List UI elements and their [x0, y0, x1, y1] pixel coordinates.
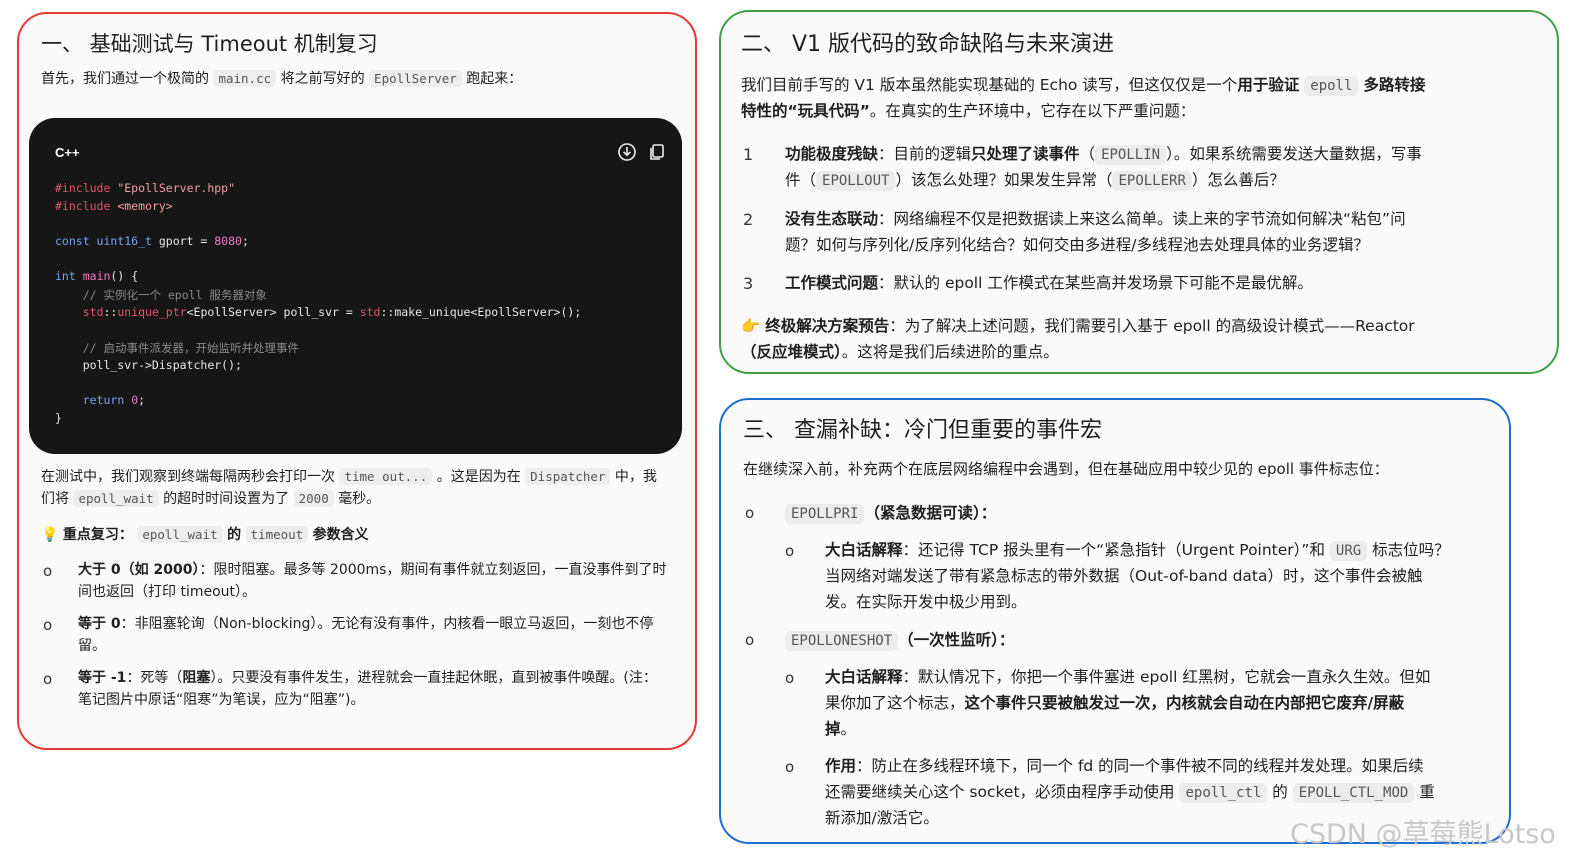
section-title-3: 三、 查漏补缺：冷门但重要的事件宏 [743, 418, 1102, 443]
inline-code-main-cc: main.cc [213, 70, 277, 87]
usage-line-1: 作用：防止在多线程环境下，同一个 fd 的同一个事件被不同的线程并发处理。如果后… [825, 757, 1424, 775]
final-line-1: 👉 终极解决方案预告：为了解决上述问题，我们需要引入基于 epoll 的高级设计… [741, 317, 1415, 335]
intro-line-2: 特性的“玩具代码”。在真实的生产环境中，它存在以下严重问题： [741, 102, 1196, 120]
key-review-heading: 💡 重点复习： epoll_wait 的 timeout 参数含义 [41, 526, 369, 543]
code-line-2: #include <memory> [55, 199, 173, 213]
code-line-8: poll_svr->Dispatcher(); [55, 358, 242, 372]
panel-v1-defects: 二、 V1 版代码的致命缺陷与未来演进 我们目前手写的 V1 版本虽然能实现基础… [719, 10, 1559, 374]
section-title-2: 二、 V1 版代码的致命缺陷与未来演进 [741, 32, 1115, 57]
copy-icon[interactable] [647, 142, 667, 162]
item-number: 3 [743, 274, 754, 293]
usage-line-2: 还需要继续关心这个 socket，必须由程序手动使用 epoll_ctl 的 E… [825, 783, 1435, 803]
code-line-10: } [55, 411, 62, 425]
bullet-icon: o [43, 670, 53, 688]
inline-code-epoll-wait: epoll_wait [73, 490, 159, 507]
item-2-line-1: 没有生态联动：网络编程不仅是把数据读上来这么简单。读上来的字节流如何解决“粘包”… [785, 210, 1406, 228]
item-number: 2 [743, 210, 754, 229]
item-number: 1 [743, 145, 754, 164]
lightbulb-icon: 💡 [41, 527, 59, 543]
inline-code-timeout: time out... [339, 468, 433, 485]
section-title-1: 一、 基础测试与 Timeout 机制复习 [41, 32, 378, 56]
item-2-line-2: 题？如何与序列化/反序列化结合？如何交由多进程/多线程池去处理具体的业务逻辑？ [785, 236, 1369, 254]
code-line-4: int main() { [55, 269, 139, 283]
bullet-icon: o [43, 562, 53, 580]
desc-line-2: 们将 epoll_wait 的超时时间设置为了 2000 毫秒。 [41, 490, 381, 507]
item-1-line-2: 件（ EPOLLOUT ）该怎么处理？如果发生异常（ EPOLLERR ）怎么善后？ [785, 171, 1285, 191]
epollpri-line-1: 大白话解释：还记得 TCP 报头里有一个“紧急指针（Urgent Pointer… [825, 541, 1450, 561]
watermark: CSDN @草莓熊Lotso [1290, 819, 1556, 850]
intro-line-1: 我们目前手写的 V1 版本虽然能实现基础的 Echo 读写，但这仅仅是一个用于验… [741, 76, 1426, 96]
bullet-icon: o [745, 504, 755, 522]
epolloneshot-line-3: 掉。 [825, 720, 857, 738]
bullet-icon: o [745, 631, 755, 649]
bullet-icon: o [785, 758, 795, 776]
inline-code-2000: 2000 [293, 490, 334, 507]
code-line-3: const uint16_t gport = 8080; [55, 234, 249, 248]
epolloneshot-heading: EPOLLONESHOT （一次性监听）： [785, 627, 1014, 654]
item-1-line-1: 功能极度残缺：目前的逻辑只处理了读事件（ EPOLLIN ）。如果系统需要发送大量数… [785, 145, 1422, 165]
bullet-icon: o [785, 669, 795, 687]
bullet-2-line-1: 等于 0：非阻塞轮询（Non-blocking）。无论有没有事件，内核看一眼立马… [78, 616, 654, 632]
bullet-3-line-1: 等于 -1：死等（阻塞）。只要没有事件发生，进程就会一直挂起休眠，直到被事件唤醒… [78, 670, 657, 686]
inline-code-dispatcher: Dispatcher [525, 468, 611, 485]
bullet-2-line-2: 留。 [78, 638, 106, 654]
code-line-9: return 0; [82, 393, 146, 407]
epolloneshot-line-1: 大白话解释：默认情况下，你把一个事件塞进 epoll 红黑树，它就会一直永久生效… [825, 668, 1431, 686]
intro-paragraph: 首先，我们通过一个极简的 main.cc 将之前写好的 EpollServer … [41, 70, 523, 87]
epollpri-heading: EPOLLPRI （紧急数据可读）： [785, 500, 996, 527]
inline-code-epollserver: EpollServer [369, 70, 462, 87]
desc-line-1: 在测试中，我们观察到终端每隔两秒会打印一次 time out... 。这是因为在… [41, 468, 657, 485]
code-language-label: C++ [55, 145, 80, 160]
bullet-1-line-2: 间也返回（打印 timeout）。 [78, 584, 257, 600]
epollpri-line-2: 当网络对端发送了带有紧急标志的带外数据（Out-of-band data）时，这… [825, 567, 1423, 585]
epolloneshot-line-2: 果你加了这个标志，这个事件只要被触发过一次，内核就会自动在内部把它废弃/屏蔽 [825, 694, 1405, 712]
bullet-3-line-2: 笔记图片中原话“阻寒”为笔误，应为“阻塞”)。 [78, 692, 365, 708]
code-line-7: // 启动事件派发器，开始监听并处理事件 [55, 341, 299, 355]
code-line-6: std::unique_ptr<EpollServer> poll_svr = … [82, 305, 582, 319]
panel-event-macros: 三、 查漏补缺：冷门但重要的事件宏 在继续深入前，补充两个在底层网络编程中会遇到… [719, 398, 1511, 844]
intro-paragraph: 在继续深入前，补充两个在底层网络编程中会遇到，但在基础应用中较少见的 epoll… [743, 460, 1389, 478]
panel-timeout-review: 一、 基础测试与 Timeout 机制复习 首先，我们通过一个极简的 main.… [17, 12, 697, 750]
code-line-1: #include "EpollServer.hpp" [55, 181, 236, 195]
final-line-2: （反应堆模式）。这将是我们后续进阶的重点。 [741, 343, 1059, 361]
pointing-hand-icon: 👉 [741, 317, 761, 335]
code-block: C++ #include "EpollServer.hpp" #include … [29, 118, 682, 454]
item-3-line-1: 工作模式问题：默认的 epoll 工作模式在某些高并发场景下可能不是最优解。 [785, 274, 1313, 292]
code-line-5: // 实例化一个 epoll 服务器对象 [55, 288, 267, 302]
bullet-icon: o [785, 542, 795, 560]
epollpri-line-3: 发。在实际开发中极少用到。 [825, 593, 1027, 611]
bullet-icon: o [43, 616, 53, 634]
download-icon[interactable] [617, 142, 637, 162]
bullet-1-line-1: 大于 0（如 2000）：限时阻塞。最多等 2000ms，期间有事件就立刻返回，… [78, 562, 667, 578]
usage-line-3: 新添加/激活它。 [825, 809, 939, 827]
